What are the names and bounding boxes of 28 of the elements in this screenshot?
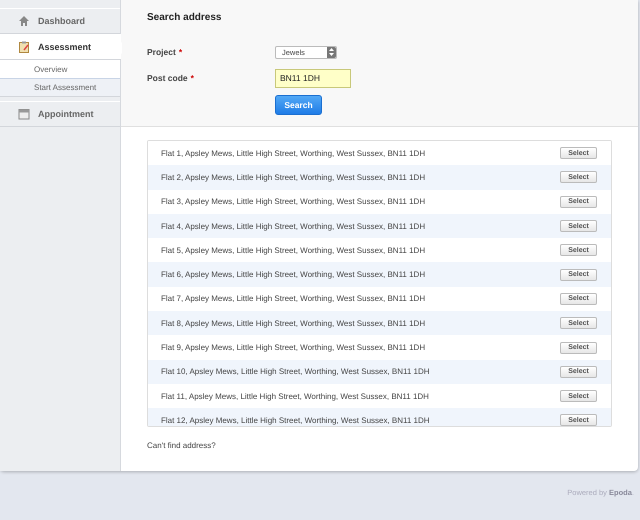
home-icon	[18, 15, 30, 27]
sidebar-item[interactable]: Assessment	[0, 34, 121, 60]
sidebar-item-label: Assessment	[38, 42, 92, 52]
updown-icon	[329, 48, 334, 56]
sidebar-item-label: Appointment	[38, 109, 94, 119]
address-text: Flat 11, Apsley Mews, Little High Street, Worthing, West Sussex, BN11 1DH	[161, 392, 429, 401]
field-label: Project *	[147, 47, 184, 57]
address-text: Flat 1, Apsley Mews, Little High Street, Worthing, West Sussex, BN11 1DH	[161, 148, 426, 158]
address-text: Flat 2, Apsley Mews, Little High Street, Worthing, West Sussex, BN11 1DH	[161, 172, 426, 182]
postcode-field[interactable]: BN11 1DH	[275, 68, 351, 88]
address-text: Flat 10, Apsley Mews, Little High Street, Worthing, West Sussex, BN11 1DH	[161, 367, 430, 376]
address-text: Flat 5, Apsley Mews, Little High Street, Worthing, West Sussex, BN11 1DH	[161, 246, 426, 255]
sidebar-subitem[interactable]: Start Assessment	[0, 78, 120, 96]
field-label: Post code *	[147, 73, 195, 83]
form-title: Search address	[147, 12, 222, 23]
address-text: Flat 6, Apsley Mews, Little High Street, Worthing, West Sussex, BN11 1DH	[161, 270, 426, 280]
address-text: Flat 7, Apsley Mews, Little High Street, Worthing, West Sussex, BN11 1DH	[161, 294, 426, 304]
calendar-icon	[18, 108, 30, 120]
sidebar-item[interactable]: Appointment	[0, 101, 120, 127]
sidebar-item-label: Dashboard	[38, 16, 86, 26]
address-text: Flat 8, Apsley Mews, Little High Street, Worthing, West Sussex, BN11 1DH	[161, 318, 426, 328]
address-text: Flat 3, Apsley Mews, Little High Street, Worthing, West Sussex, BN11 1DH	[161, 197, 426, 206]
clipboard-icon	[18, 41, 30, 53]
address-text: Flat 4, Apsley Mews, Little High Street, Worthing, West Sussex, BN11 1DH	[161, 222, 426, 231]
address-text: Flat 12, Apsley Mews, Little High Street, Worthing, West Sussex, BN11 1DH	[161, 416, 430, 425]
cant-find-link[interactable]: Can't find address?	[147, 441, 216, 450]
address-text: Flat 9, Apsley Mews, Little High Street, Worthing, West Sussex, BN11 1DH	[161, 343, 426, 352]
sidebar-item[interactable]: Dashboard	[0, 8, 120, 34]
